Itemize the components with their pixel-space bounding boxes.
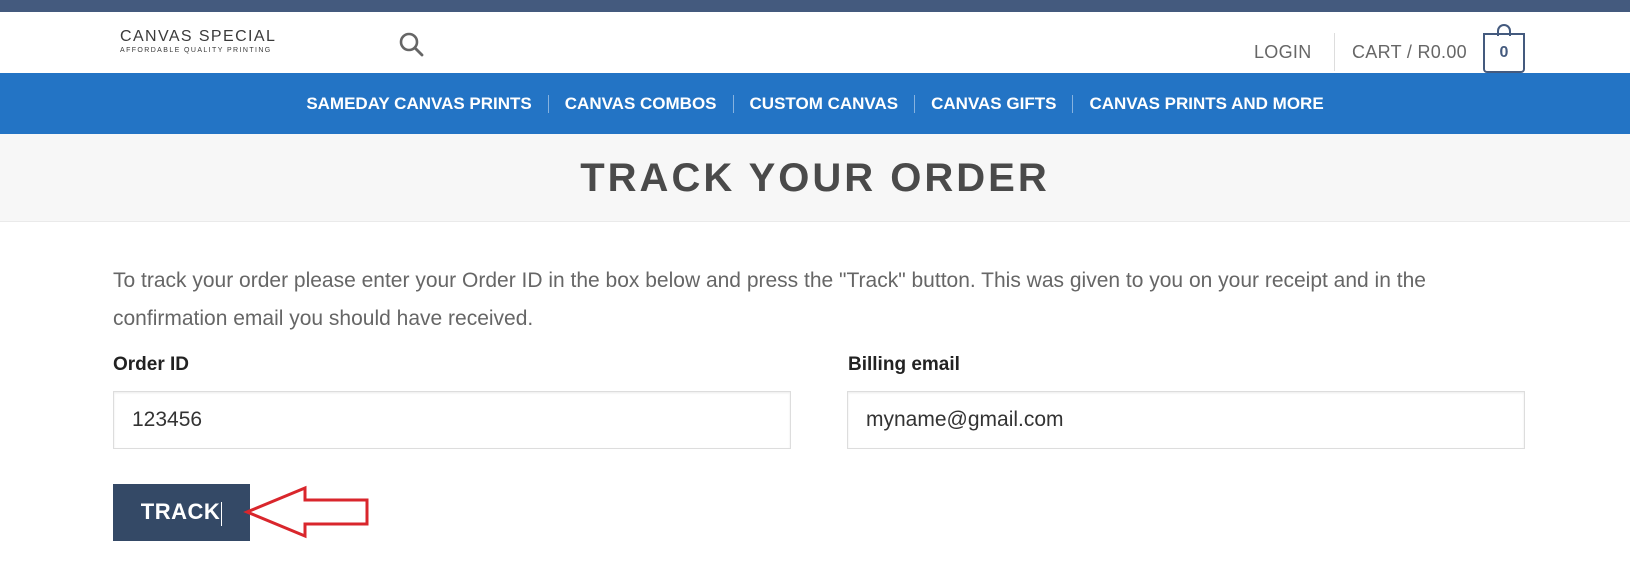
nav-item-custom-canvas[interactable]: CUSTOM CANVAS [734,94,915,114]
order-id-label: Order ID [113,354,190,375]
top-strip [0,0,1630,12]
logo-title: CANVAS SPECIAL [120,28,277,45]
header-divider [1334,33,1335,71]
left-arrow-annotation-icon [243,485,369,539]
cart-link[interactable]: CART / R0.00 [1352,42,1467,63]
intro-text: To track your order please enter your Or… [113,269,1426,330]
cart-count: 0 [1499,44,1509,61]
nav-item-canvas-gifts[interactable]: CANVAS GIFTS [915,94,1072,114]
login-link[interactable]: LOGIN [1254,42,1312,63]
page-title: TRACK YOUR ORDER [580,156,1050,200]
billing-email-input[interactable] [847,391,1525,449]
nav-item-sameday-canvas-prints[interactable]: SAMEDAY CANVAS PRINTS [290,94,547,114]
cart-bag-icon[interactable]: 0 [1483,24,1525,73]
search-icon[interactable] [398,31,424,57]
cart-bag-handle [1497,24,1511,36]
track-button-label: TRACK [140,499,221,525]
text-caret [221,501,223,526]
logo-tagline: AFFORDABLE QUALITY PRINTING [120,47,272,54]
title-band: TRACK YOUR ORDER [0,134,1630,222]
billing-email-label: Billing email [848,354,960,375]
site-logo[interactable]: CANVAS SPECIAL AFFORDABLE QUALITY PRINTI… [120,29,276,55]
nav-item-canvas-combos[interactable]: CANVAS COMBOS [549,94,733,114]
site-header: CANVAS SPECIAL AFFORDABLE QUALITY PRINTI… [0,12,1630,73]
nav-item-canvas-prints-and-more[interactable]: CANVAS PRINTS AND MORE [1073,94,1339,114]
track-button[interactable]: TRACK [113,484,250,541]
main-nav: SAMEDAY CANVAS PRINTS CANVAS COMBOS CUST… [0,73,1630,134]
order-id-input[interactable] [113,391,791,449]
